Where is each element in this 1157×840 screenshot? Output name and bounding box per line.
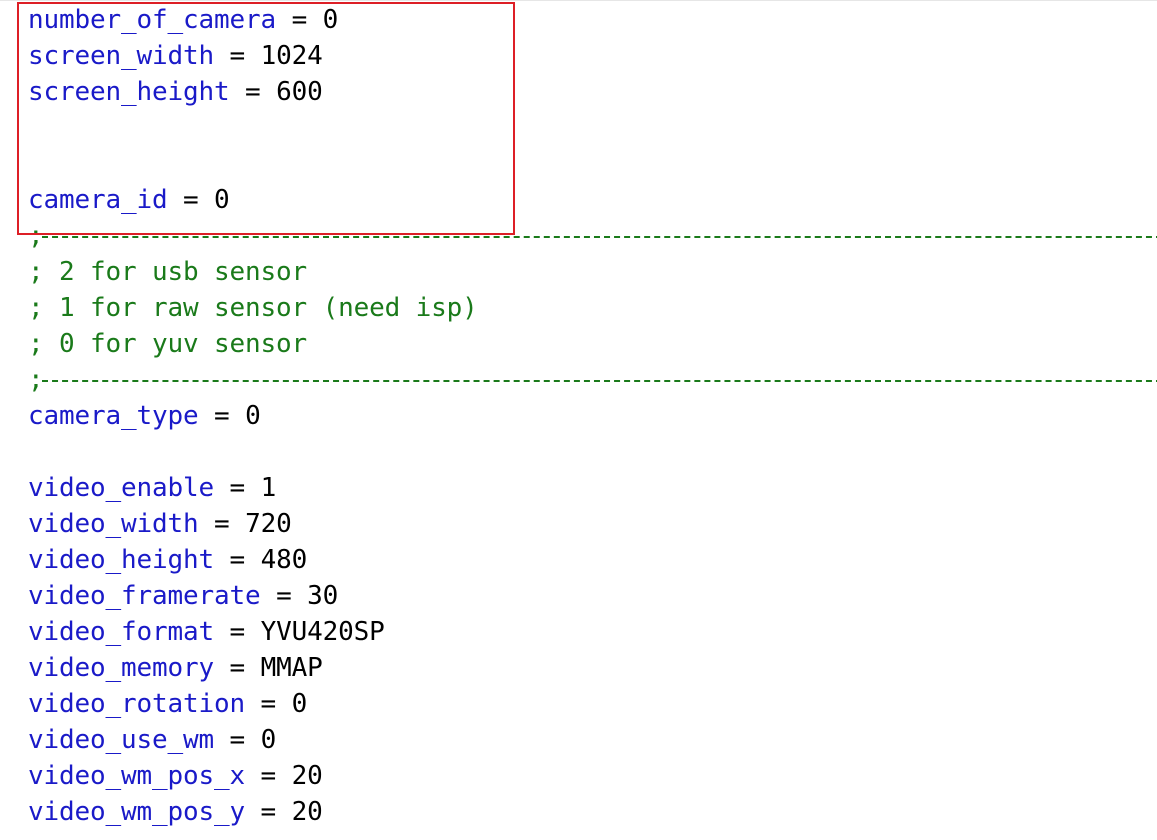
config-key: screen_height — [28, 77, 230, 107]
config-value: 600 — [276, 77, 323, 107]
config-line-video-enable[interactable]: video_enable = 1 — [28, 470, 478, 506]
config-key: video_memory — [28, 653, 215, 683]
config-key: video_rotation — [28, 689, 246, 719]
comment-text: ; 0 for yuv sensor — [28, 329, 308, 359]
equals-sign: = — [198, 401, 246, 431]
equals-sign: = — [260, 581, 308, 611]
config-value: 0 — [291, 689, 308, 719]
separator-line[interactable]: ; — [28, 218, 1157, 254]
separator-dashes — [42, 236, 1157, 238]
config-key: camera_type — [28, 401, 199, 431]
config-line-number-of-camera[interactable]: number_of_camera = 0 — [28, 2, 478, 38]
comment-line[interactable]: ; 2 for usb sensor — [28, 254, 478, 290]
config-line-video-framerate[interactable]: video_framerate = 30 — [28, 578, 478, 614]
config-value: 20 — [291, 797, 323, 827]
config-value: MMAP — [260, 653, 323, 683]
config-line-video-height[interactable]: video_height = 480 — [28, 542, 478, 578]
blank-line[interactable] — [28, 434, 478, 470]
comment-text: ; 1 for raw sensor (need isp) — [28, 293, 478, 323]
config-key: camera_id — [28, 185, 168, 215]
top-border — [0, 0, 1157, 1]
equals-sign: = — [245, 761, 292, 791]
code-lines[interactable]: number_of_camera = 0 screen_width = 1024 s… — [28, 2, 1157, 830]
config-value: 0 — [214, 185, 230, 215]
config-value: YVU420SP — [260, 617, 385, 647]
config-value: 0 — [260, 725, 277, 755]
equals-sign: = — [214, 473, 261, 503]
config-key: video_use_wm — [28, 725, 215, 755]
equals-sign: = — [214, 41, 261, 71]
comment-text: ; 2 for usb sensor — [28, 257, 308, 287]
config-line-screen-width[interactable]: screen_width = 1024 — [28, 38, 478, 74]
config-value: 480 — [260, 545, 308, 575]
equals-sign: = — [214, 653, 261, 683]
blank-line[interactable] — [28, 146, 478, 182]
config-key: video_wm_pos_x — [28, 761, 246, 791]
config-line-camera-type[interactable]: camera_type = 0 — [28, 398, 478, 434]
config-key: video_enable — [28, 473, 215, 503]
config-key: screen_width — [28, 41, 215, 71]
config-key: video_height — [28, 545, 215, 575]
config-value: 0 — [322, 5, 339, 35]
config-key: video_format — [28, 617, 215, 647]
config-value: 1 — [260, 473, 277, 503]
config-line-video-wm-pos-y[interactable]: video_wm_pos_y = 20 — [28, 794, 478, 830]
config-line-video-width[interactable]: video_width = 720 — [28, 506, 478, 542]
config-key: number_of_camera — [28, 5, 277, 35]
equals-sign: = — [229, 77, 277, 107]
equals-sign: = — [214, 545, 261, 575]
config-line-video-memory[interactable]: video_memory = MMAP — [28, 650, 478, 686]
config-line-video-wm-pos-x[interactable]: video_wm_pos_x = 20 — [28, 758, 478, 794]
equals-sign: = — [214, 725, 261, 755]
comment-line[interactable]: ; 0 for yuv sensor — [28, 326, 478, 362]
config-key: video_framerate — [28, 581, 261, 611]
config-value: 0 — [245, 401, 261, 431]
comment-line[interactable]: ; 1 for raw sensor (need isp) — [28, 290, 478, 326]
config-line-camera-id[interactable]: camera_id = 0 — [28, 182, 478, 218]
equals-sign: = — [198, 509, 246, 539]
equals-sign: = — [245, 797, 292, 827]
config-value: 20 — [291, 761, 323, 791]
config-line-video-rotation[interactable]: video_rotation = 0 — [28, 686, 478, 722]
code-editor[interactable]: number_of_camera = 0 screen_width = 1024 s… — [0, 0, 1157, 840]
blank-line[interactable] — [28, 110, 478, 146]
equals-sign: = — [245, 689, 292, 719]
separator-line[interactable]: ; — [28, 362, 1157, 398]
config-line-screen-height[interactable]: screen_height = 600 — [28, 74, 478, 110]
config-value: 30 — [307, 581, 339, 611]
config-key: video_width — [28, 509, 199, 539]
config-value: 1024 — [260, 41, 323, 71]
config-key: video_wm_pos_y — [28, 797, 246, 827]
equals-sign: = — [167, 185, 215, 215]
equals-sign: = — [214, 617, 261, 647]
equals-sign: = — [276, 5, 323, 35]
separator-dashes — [42, 380, 1157, 382]
config-value: 720 — [245, 509, 292, 539]
config-line-video-use-wm[interactable]: video_use_wm = 0 — [28, 722, 478, 758]
config-line-video-format[interactable]: video_format = YVU420SP — [28, 614, 478, 650]
